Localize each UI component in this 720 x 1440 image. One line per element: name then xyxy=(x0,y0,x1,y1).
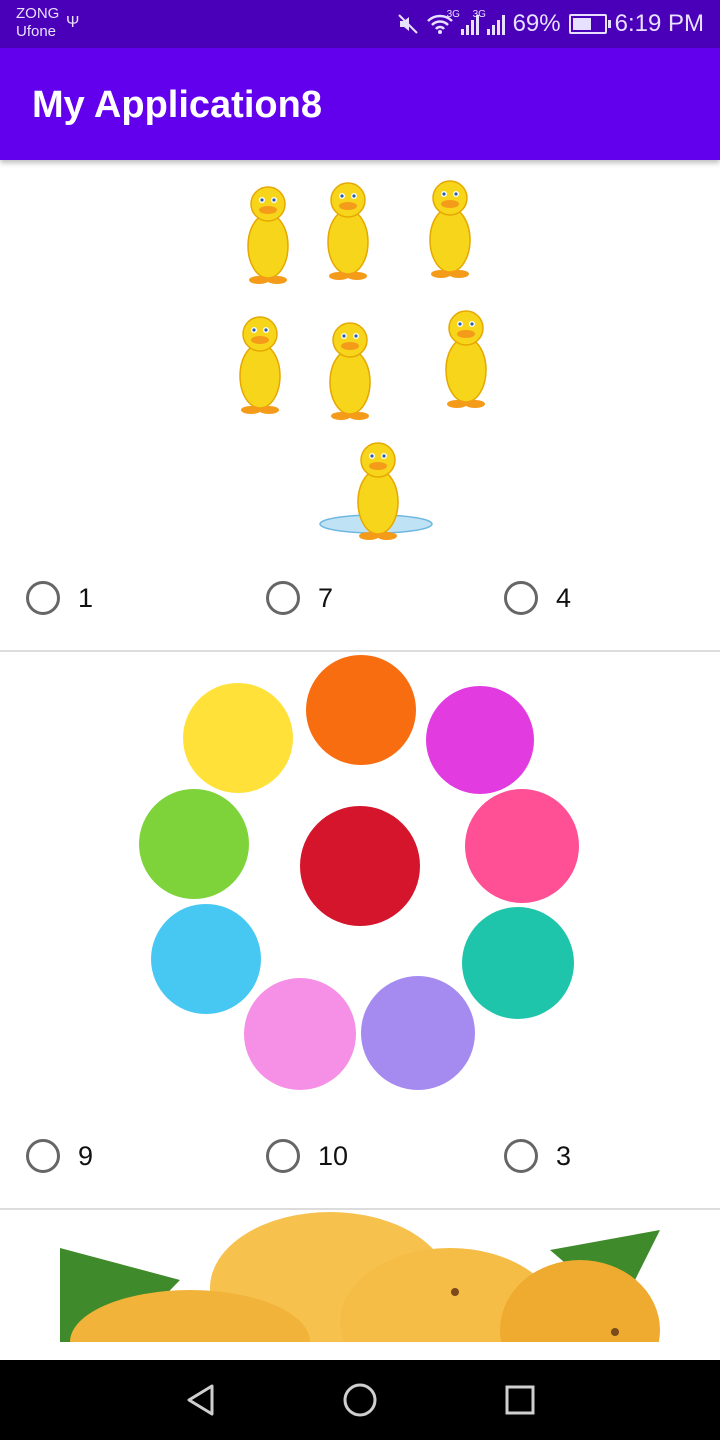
radio-circle[interactable] xyxy=(26,1139,60,1173)
battery-icon xyxy=(568,14,611,34)
option-radio[interactable]: 9 xyxy=(26,1126,93,1186)
home-icon[interactable] xyxy=(340,1380,380,1420)
option-radio[interactable]: 7 xyxy=(266,568,333,628)
option-label: 9 xyxy=(78,1140,94,1171)
app-title: My Application8 xyxy=(32,84,322,126)
signal-2-tag: 3G xyxy=(472,9,486,20)
option-label: 3 xyxy=(556,1140,572,1171)
option-radio[interactable]: 3 xyxy=(504,1126,571,1186)
signal-2-icon: 3G xyxy=(473,9,505,35)
option-radio[interactable]: 1 xyxy=(26,568,93,628)
option-label: 4 xyxy=(556,582,572,613)
usb-icon: Ψ xyxy=(66,14,80,31)
signal-1-tag: 3G xyxy=(446,9,460,20)
option-radio[interactable]: 10 xyxy=(266,1126,348,1186)
status-bar: ZONG Ufone Ψ 3G 3G 69% 6:19 PM xyxy=(0,0,720,48)
radio-circle[interactable] xyxy=(266,1139,300,1173)
colored-circles-picture xyxy=(139,655,579,1090)
carrier-2: Ufone xyxy=(16,23,57,40)
carrier-1: ZONG xyxy=(16,5,60,22)
clock: 6:19 PM xyxy=(614,10,704,37)
radio-circle[interactable] xyxy=(266,581,300,615)
option-radio[interactable]: 4 xyxy=(504,568,571,628)
battery-percent: 69% xyxy=(512,10,561,37)
answer-options: 1 7 4 xyxy=(0,568,720,628)
answer-options: 9 10 3 xyxy=(0,1126,720,1186)
radio-circle[interactable] xyxy=(504,581,538,615)
question-card: 9 10 3 xyxy=(0,652,720,1208)
question-card: 1 7 4 xyxy=(0,160,720,652)
radio-circle[interactable] xyxy=(26,581,60,615)
status-icons: 3G 3G 69% 6:19 PM xyxy=(397,0,704,48)
option-label: 10 xyxy=(318,1140,349,1171)
mangoes-picture xyxy=(60,1212,660,1342)
mute-icon xyxy=(397,14,418,34)
carrier-names: ZONG Ufone xyxy=(16,5,59,41)
back-icon[interactable] xyxy=(180,1380,220,1420)
navigation-bar xyxy=(0,1360,720,1440)
question-card xyxy=(0,1210,720,1360)
option-label: 7 xyxy=(318,582,334,613)
ducks-picture xyxy=(239,180,487,541)
recents-icon[interactable] xyxy=(500,1380,540,1420)
app-bar: My Application8 xyxy=(0,48,720,160)
option-label: 1 xyxy=(78,582,94,613)
radio-circle[interactable] xyxy=(504,1139,538,1173)
